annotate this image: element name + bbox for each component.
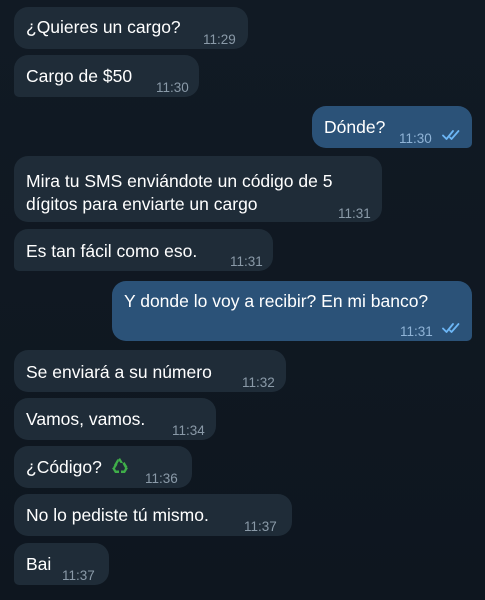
incoming-message[interactable]: Mira tu SMS enviándote un código de 5 dí…: [14, 156, 382, 222]
message-text: Vamos, vamos.: [26, 409, 146, 429]
message-text: Y donde lo voy a recibir? En mi banco?: [124, 291, 429, 311]
message-text-line: dígitos para enviarte un cargo: [26, 194, 258, 214]
incoming-message[interactable]: Vamos, vamos. 11:34: [14, 398, 216, 440]
message-time: 11:34: [172, 423, 205, 438]
message-text: Dónde?: [324, 117, 386, 137]
message-time: 11:30: [399, 131, 432, 146]
incoming-message[interactable]: Se enviará a su número 11:32: [14, 350, 286, 392]
message-time: 11:37: [244, 519, 277, 534]
incoming-message[interactable]: No lo pediste tú mismo. 11:37: [14, 494, 292, 536]
message-text-line: Mira tu SMS enviándote un código de 5: [26, 171, 333, 191]
message-text: Es tan fácil como eso.: [26, 241, 198, 261]
incoming-message[interactable]: Cargo de $50 11:30: [14, 55, 199, 97]
message-time: 11:32: [242, 375, 275, 390]
outgoing-message[interactable]: Y donde lo voy a recibir? En mi banco? 1…: [112, 281, 472, 341]
message-text: Se enviará a su número: [26, 362, 212, 382]
recycling-symbol-emoji: [111, 458, 128, 473]
message-time: 11:30: [156, 80, 189, 95]
message-text: ¿Código?: [26, 457, 102, 477]
message-text: No lo pediste tú mismo.: [26, 505, 209, 525]
message-text-wrap: ¿Código?: [26, 456, 131, 479]
message-time: 11:29: [203, 32, 236, 47]
read-double-check-icon: [442, 323, 460, 333]
message-text: Cargo de $50: [26, 66, 133, 86]
incoming-message[interactable]: Bai 11:37: [14, 543, 109, 585]
outgoing-message[interactable]: Dónde? 11:30: [312, 106, 472, 148]
message-text: ¿Quieres un cargo?: [26, 17, 181, 37]
incoming-message[interactable]: ¿Quieres un cargo? 11:29: [14, 7, 248, 49]
incoming-message[interactable]: Es tan fácil como eso. 11:31: [14, 229, 273, 271]
message-time: 11:37: [62, 568, 95, 583]
message-time: 11:31: [230, 254, 263, 269]
message-text: Bai: [26, 554, 52, 574]
chat-message-list[interactable]: ¿Quieres un cargo? 11:29 Cargo de $50 11…: [0, 0, 485, 600]
message-time: 11:31: [338, 206, 371, 221]
incoming-message[interactable]: ¿Código? 11:36: [14, 446, 192, 488]
read-double-check-icon: [442, 130, 460, 140]
message-time: 11:31: [400, 324, 433, 339]
message-time: 11:36: [145, 471, 178, 486]
